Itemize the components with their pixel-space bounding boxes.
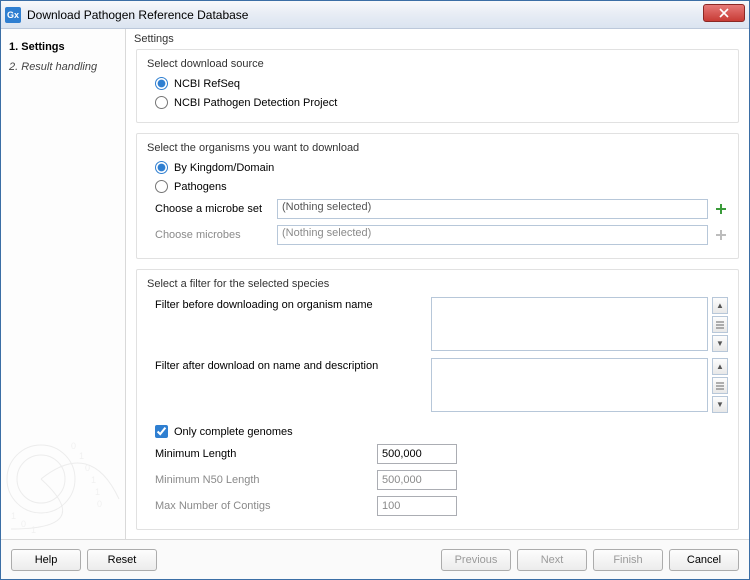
svg-text:1: 1 [91,475,96,485]
step-label: Settings [21,41,64,53]
filter-before-down[interactable]: ▼ [712,335,728,352]
svg-text:1: 1 [79,451,84,461]
filter-before-row: Filter before downloading on organism na… [147,294,728,355]
max-contigs-label: Max Number of Contigs [155,500,371,512]
section-legend: Select the organisms you want to downloa… [147,142,728,154]
cancel-button[interactable]: Cancel [669,549,739,571]
radio-input-pathogens[interactable] [155,180,168,193]
list-icon [716,321,724,329]
max-contigs-row: Max Number of Contigs [147,493,728,519]
min-n50-label: Minimum N50 Length [155,474,371,486]
dialog-window: Gx Download Pathogen Reference Database … [0,0,750,580]
radio-label: By Kingdom/Domain [174,162,274,174]
section-legend: Select a filter for the selected species [147,278,728,290]
svg-text:0: 0 [97,499,102,509]
min-n50-row: Minimum N50 Length [147,467,728,493]
app-icon: Gx [5,7,21,23]
microbes-label: Choose microbes [155,229,271,241]
svg-text:0: 0 [85,463,90,473]
main-panel: Settings Select download source NCBI Ref… [125,29,749,539]
panel-heading: Settings [126,29,749,45]
step-number: 1. [9,41,18,53]
wizard-step-settings[interactable]: 1. Settings [9,37,117,57]
list-icon [716,382,724,390]
filter-after-label: Filter after download on name and descri… [155,358,427,372]
radio-ncbi-refseq[interactable]: NCBI RefSeq [147,74,728,93]
filter-after-edit[interactable] [712,377,728,394]
section-filter: Select a filter for the selected species… [136,269,739,530]
svg-text:1: 1 [95,487,100,497]
next-button: Next [517,549,587,571]
previous-button: Previous [441,549,511,571]
radio-pathogens[interactable]: Pathogens [147,177,728,196]
filter-before-up[interactable]: ▲ [712,297,728,314]
filter-after-buttons: ▲ ▼ [712,358,728,413]
microbes-field: (Nothing selected) [277,225,708,245]
filter-before-listbox[interactable] [431,297,708,351]
min-length-label: Minimum Length [155,448,371,460]
section-legend: Select download source [147,58,728,70]
radio-input-kingdom[interactable] [155,161,168,174]
min-n50-input [377,470,457,490]
close-button[interactable] [703,4,745,22]
min-length-input[interactable] [377,444,457,464]
radio-label: Pathogens [174,181,227,193]
help-button[interactable]: Help [11,549,81,571]
finish-button: Finish [593,549,663,571]
decorative-swirl: 010 110 101 [1,369,125,539]
filter-after-row: Filter after download on name and descri… [147,355,728,416]
wizard-step-result-handling[interactable]: 2. Result handling [9,57,117,77]
only-complete-genomes[interactable]: Only complete genomes [147,422,728,441]
step-number: 2. [9,61,18,73]
radio-label: NCBI Pathogen Detection Project [174,97,337,109]
dialog-footer: Help Reset Previous Next Finish Cancel [1,539,749,579]
close-icon [719,8,729,18]
filter-before-buttons: ▲ ▼ [712,297,728,352]
svg-text:1: 1 [11,511,16,521]
radio-by-kingdom[interactable]: By Kingdom/Domain [147,158,728,177]
add-microbe-set-button[interactable] [714,202,728,216]
reset-button[interactable]: Reset [87,549,157,571]
svg-text:0: 0 [71,441,76,451]
filter-before-edit[interactable] [712,316,728,333]
plus-icon-disabled [715,229,727,241]
complete-genomes-checkbox[interactable] [155,425,168,438]
radio-label: NCBI RefSeq [174,78,240,90]
section-download-source: Select download source NCBI RefSeq NCBI … [136,49,739,123]
min-length-row: Minimum Length [147,441,728,467]
radio-ncbi-pathogen[interactable]: NCBI Pathogen Detection Project [147,93,728,112]
titlebar: Gx Download Pathogen Reference Database [1,1,749,29]
filter-after-listbox[interactable] [431,358,708,412]
add-microbes-button [714,228,728,242]
radio-input-refseq[interactable] [155,77,168,90]
microbe-set-field[interactable]: (Nothing selected) [277,199,708,219]
microbe-set-label: Choose a microbe set [155,203,271,215]
wizard-sidebar: 1. Settings 2. Result handling 010 110 1… [1,29,125,539]
microbes-row: Choose microbes (Nothing selected) [147,222,728,248]
filter-after-up[interactable]: ▲ [712,358,728,375]
dialog-body: 1. Settings 2. Result handling 010 110 1… [1,29,749,539]
svg-text:1: 1 [31,525,36,535]
max-contigs-input [377,496,457,516]
filter-after-down[interactable]: ▼ [712,396,728,413]
plus-icon [715,203,727,215]
filter-before-label: Filter before downloading on organism na… [155,297,427,311]
window-title: Download Pathogen Reference Database [27,8,248,22]
step-label: Result handling [21,61,97,73]
microbe-set-row: Choose a microbe set (Nothing selected) [147,196,728,222]
section-organisms: Select the organisms you want to downloa… [136,133,739,259]
radio-input-pathogen[interactable] [155,96,168,109]
checkbox-label: Only complete genomes [174,426,293,438]
svg-text:0: 0 [21,519,26,529]
